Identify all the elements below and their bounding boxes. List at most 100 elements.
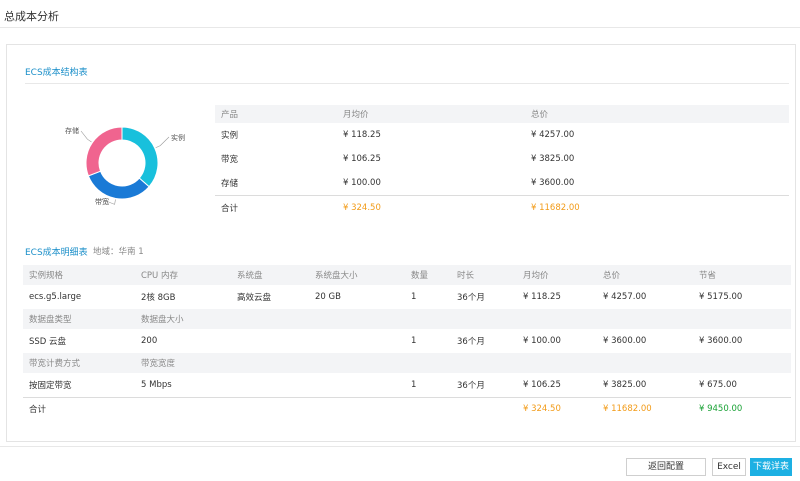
table-row: 按固定带宽 5 Mbps 1 36个月 ¥ 106.25 ¥ 3825.00 ¥… <box>23 373 791 397</box>
structure-total-row: 合计 ¥ 324.50 ¥ 11682.00 <box>215 194 789 221</box>
download-detail-button[interactable]: 下载详表 <box>750 458 792 476</box>
donut-slice-0 <box>121 126 159 188</box>
header-disk-type: 数据盘类型 <box>23 309 135 329</box>
cell <box>231 353 309 373</box>
header-saved: 节省 <box>693 265 791 285</box>
header-bw-mode: 带宽计费方式 <box>23 353 135 373</box>
cost-donut-chart: 实例 带宽 存储 <box>57 113 187 213</box>
cell: 200 <box>141 336 158 346</box>
cell: 5 Mbps <box>141 379 172 390</box>
header-bw-width: 带宽宽度 <box>135 353 231 373</box>
content-panel: ECS成本结构表 实例 带宽 存储 产品 月均价 总价 实例 ¥ 118.25 … <box>6 44 796 442</box>
cell: 1 <box>411 336 417 346</box>
header-qty: 数量 <box>405 265 451 285</box>
total-monthly: ¥ 324.50 <box>517 396 597 421</box>
cell <box>231 373 309 397</box>
donut-slice-2 <box>85 126 123 177</box>
cell <box>405 396 451 421</box>
total-monthly: ¥ 324.50 <box>337 194 525 221</box>
cell <box>309 396 405 421</box>
cell: 20 GB <box>315 292 341 302</box>
table-row: ecs.g5.large 2核 8GB 高效云盘 20 GB 1 36个月 ¥ … <box>23 285 791 309</box>
cell: 1 <box>411 292 417 302</box>
cell <box>405 353 451 373</box>
row-monthly: ¥ 100.00 <box>343 177 381 188</box>
header-product: 产品 <box>215 105 337 123</box>
header-sysdisk-size: 系统盘大小 <box>309 265 405 285</box>
cell <box>451 396 517 421</box>
cell <box>451 353 517 373</box>
cell <box>231 396 309 421</box>
cell: ecs.g5.large <box>29 292 82 302</box>
donut-label-instance: 实例 <box>171 134 185 142</box>
detail-table: 实例规格 CPU 内存 系统盘 系统盘大小 数量 时长 月均价 总价 节省 ec… <box>23 265 791 421</box>
cell <box>309 309 405 329</box>
header-spec: 实例规格 <box>23 265 135 285</box>
donut-slice-1 <box>87 170 150 200</box>
structure-table-header: 产品 月均价 总价 <box>215 105 789 123</box>
cell: ¥ 4257.00 <box>603 292 647 302</box>
total-label: 合计 <box>215 194 337 221</box>
cell <box>597 353 693 373</box>
dialog-header: 总成本分析 <box>0 0 800 28</box>
cell <box>517 353 597 373</box>
row-total: ¥ 3825.00 <box>531 154 575 164</box>
disk-header-row: 数据盘类型 数据盘大小 <box>23 309 791 329</box>
header-disk-size: 数据盘大小 <box>135 309 231 329</box>
structure-section-title: ECS成本结构表 <box>25 68 88 78</box>
excel-button[interactable]: Excel <box>712 458 746 476</box>
header-cpu: CPU 内存 <box>135 265 231 285</box>
cell <box>405 309 451 329</box>
cell: 高效云盘 <box>237 293 272 303</box>
dialog-title: 总成本分析 <box>4 10 59 23</box>
table-row: 带宽 ¥ 106.25 ¥ 3825.00 <box>215 147 789 171</box>
total-label: 合计 <box>23 396 135 421</box>
structure-divider <box>25 83 789 84</box>
donut-leader-0 <box>155 136 170 148</box>
header-sysdisk: 系统盘 <box>231 265 309 285</box>
cell <box>231 329 309 353</box>
row-total: ¥ 3600.00 <box>531 177 575 188</box>
cell: ¥ 3600.00 <box>603 336 647 346</box>
header-monthly: 月均价 <box>517 265 597 285</box>
cell: 1 <box>411 379 417 390</box>
structure-table: 产品 月均价 总价 实例 ¥ 118.25 ¥ 4257.00 带宽 ¥ 106… <box>215 105 789 221</box>
cell <box>517 309 597 329</box>
header-duration: 时长 <box>451 265 517 285</box>
header-total: 总价 <box>597 265 693 285</box>
cell: ¥ 3825.00 <box>603 379 647 390</box>
row-monthly: ¥ 106.25 <box>343 154 381 164</box>
cell <box>597 309 693 329</box>
table-row: SSD 云盘 200 1 36个月 ¥ 100.00 ¥ 3600.00 ¥ 3… <box>23 329 791 353</box>
bandwidth-header-row: 带宽计费方式 带宽宽度 <box>23 353 791 373</box>
cell: ¥ 118.25 <box>523 292 561 302</box>
cell <box>693 309 791 329</box>
cell: 36个月 <box>457 380 485 391</box>
cell: 按固定带宽 <box>29 380 72 391</box>
table-row: 实例 ¥ 118.25 ¥ 4257.00 <box>215 123 789 147</box>
row-monthly: ¥ 118.25 <box>343 130 381 140</box>
cell <box>231 309 309 329</box>
region-label: 地域：华南 1 <box>93 247 144 257</box>
footer-divider <box>0 446 800 447</box>
cell: ¥ 675.00 <box>699 379 737 390</box>
back-to-config-button[interactable]: 返回配置 <box>626 458 706 476</box>
cell: 36个月 <box>457 293 485 303</box>
detail-section-title: ECS成本明细表 <box>25 248 88 258</box>
donut-label-storage: 存储 <box>65 127 79 135</box>
cell: ¥ 106.25 <box>523 379 561 390</box>
cell: 36个月 <box>457 337 485 347</box>
cell: ¥ 5175.00 <box>699 292 743 302</box>
cell <box>309 373 405 397</box>
cell: SSD 云盘 <box>29 337 67 347</box>
table-row: 存储 ¥ 100.00 ¥ 3600.00 <box>215 171 789 195</box>
row-product: 实例 <box>221 131 239 141</box>
donut-label-bandwidth: 带宽 <box>95 198 109 206</box>
row-product: 带宽 <box>221 155 239 165</box>
total-sum: ¥ 11682.00 <box>525 194 789 221</box>
row-product: 存储 <box>221 178 239 189</box>
row-total: ¥ 4257.00 <box>531 130 575 140</box>
cell: ¥ 100.00 <box>523 336 561 346</box>
total-sum: ¥ 11682.00 <box>597 396 693 421</box>
header-total: 总价 <box>525 105 789 123</box>
